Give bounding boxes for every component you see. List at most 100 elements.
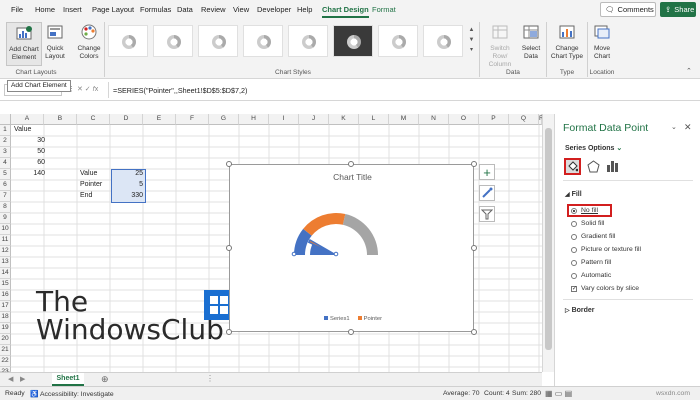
tab-insert[interactable]: Insert <box>63 5 82 14</box>
sheet-nav-next-icon[interactable]: ▶ <box>20 375 25 383</box>
row-header-16[interactable]: 16 <box>0 290 11 301</box>
chart-elements-button[interactable]: + <box>479 164 495 180</box>
resize-handle-se[interactable] <box>471 329 477 335</box>
series-options-tab[interactable] <box>606 160 619 175</box>
row-header-4[interactable]: 4 <box>0 158 11 169</box>
scrollbar-thumb[interactable] <box>545 128 552 350</box>
accessibility-status[interactable]: ♿ Accessibility: Investigate <box>30 390 114 398</box>
row-header-9[interactable]: 9 <box>0 213 11 224</box>
quick-layout-button[interactable]: Quick Layout <box>43 24 67 61</box>
row-header-17[interactable]: 17 <box>0 301 11 312</box>
cell-d7[interactable]: 330 <box>112 192 143 199</box>
row-header-3[interactable]: 3 <box>0 147 11 158</box>
row-header-15[interactable]: 15 <box>0 279 11 290</box>
tab-help[interactable]: Help <box>297 5 312 14</box>
select-data-button[interactable]: Select Data <box>520 24 542 61</box>
chart-style-2[interactable] <box>153 25 193 57</box>
resize-handle-e[interactable] <box>471 245 477 251</box>
tab-home[interactable]: Home <box>35 5 55 14</box>
chart-styles-button[interactable] <box>479 185 495 201</box>
column-header-d[interactable]: D <box>110 114 143 125</box>
tab-review[interactable]: Review <box>201 5 226 14</box>
column-header-m[interactable]: M <box>389 114 419 125</box>
resize-handle-sw[interactable] <box>226 329 232 335</box>
cell-a2[interactable]: 30 <box>14 137 45 144</box>
point-selection-handle[interactable] <box>291 251 297 257</box>
row-header-8[interactable]: 8 <box>0 202 11 213</box>
row-header-14[interactable]: 14 <box>0 268 11 279</box>
tab-file[interactable]: File <box>11 5 23 14</box>
cell-a1[interactable]: Value <box>14 126 31 133</box>
row-header-5[interactable]: 5 <box>0 169 11 180</box>
option-pattern-fill[interactable]: Pattern fill <box>571 259 611 266</box>
column-header-l[interactable]: L <box>359 114 389 125</box>
column-header-f[interactable]: F <box>176 114 209 125</box>
checkbox-vary-colors[interactable]: ✓ <box>571 285 577 292</box>
tab-formulas[interactable]: Formulas <box>140 5 171 14</box>
row-header-10[interactable]: 10 <box>0 224 11 235</box>
legend-entry-series1[interactable]: Series1 <box>324 316 350 322</box>
gauge-plot[interactable] <box>290 197 415 259</box>
row-header-7[interactable]: 7 <box>0 191 11 202</box>
column-header-q[interactable]: Q <box>509 114 539 125</box>
sheet-tab-sheet1[interactable]: Sheet1 <box>52 373 84 386</box>
column-header-n[interactable]: N <box>419 114 449 125</box>
chart-style-1[interactable] <box>108 25 148 57</box>
row-header-6[interactable]: 6 <box>0 180 11 191</box>
sheet-nav-prev-icon[interactable]: ◀ <box>8 375 13 383</box>
select-all-corner[interactable] <box>0 114 11 125</box>
chart-title[interactable]: Chart Title <box>230 172 475 182</box>
chart-style-7[interactable] <box>378 25 418 57</box>
series-options-dropdown[interactable]: Series Options ⌄ <box>565 144 622 152</box>
close-icon[interactable]: ✕ <box>684 122 692 133</box>
row-header-12[interactable]: 12 <box>0 246 11 257</box>
option-automatic[interactable]: Automatic <box>571 272 611 279</box>
chart-filters-button[interactable] <box>479 206 495 222</box>
gauge-dial-slice-2[interactable] <box>303 213 346 236</box>
column-header-g[interactable]: G <box>209 114 239 125</box>
resize-handle-nw[interactable] <box>226 161 232 167</box>
border-section-header[interactable]: ▷ Border <box>565 307 595 314</box>
effects-tab[interactable] <box>587 160 600 175</box>
row-header-11[interactable]: 11 <box>0 235 11 246</box>
fill-section-header[interactable]: ◢ Fill <box>565 191 582 198</box>
view-buttons[interactable]: ▦ ▭ ▤ <box>545 389 572 398</box>
row-header-21[interactable]: 21 <box>0 345 11 356</box>
radio-gradient-fill[interactable] <box>571 233 577 240</box>
column-header-a[interactable]: A <box>11 114 44 125</box>
add-chart-element-button[interactable]: Add Chart Element <box>6 22 42 66</box>
option-picture-fill[interactable]: Picture or texture fill <box>571 246 641 253</box>
chart-style-5[interactable] <box>288 25 328 57</box>
column-header-p[interactable]: P <box>479 114 509 125</box>
resize-handle-n[interactable] <box>348 161 354 167</box>
pane-menu-icon[interactable]: ⌄ <box>671 123 677 131</box>
option-no-fill[interactable]: No fill <box>571 207 598 214</box>
point-selection-handle[interactable] <box>333 251 339 257</box>
chart-style-8[interactable] <box>423 25 463 57</box>
cell-c6[interactable]: Pointer <box>80 181 102 188</box>
tab-page-layout[interactable]: Page Layout <box>92 5 134 14</box>
share-button[interactable]: ⇪ Share <box>660 2 696 17</box>
row-header-20[interactable]: 20 <box>0 334 11 345</box>
cell-c7[interactable]: End <box>80 192 92 199</box>
legend-entry-pointer[interactable]: Pointer <box>357 316 382 322</box>
row-header-19[interactable]: 19 <box>0 323 11 334</box>
styles-scroll[interactable]: ▲ ▼ ▾ <box>467 25 476 57</box>
column-header-h[interactable]: H <box>239 114 269 125</box>
resize-handle-ne[interactable] <box>471 161 477 167</box>
row-header-2[interactable]: 2 <box>0 136 11 147</box>
cell-a5[interactable]: 140 <box>14 170 45 177</box>
column-header-b[interactable]: B <box>44 114 77 125</box>
tab-data[interactable]: Data <box>177 5 193 14</box>
column-header-j[interactable]: J <box>299 114 329 125</box>
cell-c5[interactable]: Value <box>80 170 97 177</box>
add-sheet-icon[interactable]: ⊕ <box>101 374 109 385</box>
move-chart-button[interactable]: Move Chart <box>589 24 615 61</box>
tab-chart-design[interactable]: Chart Design <box>322 5 369 18</box>
column-header-c[interactable]: C <box>77 114 110 125</box>
cell-a4[interactable]: 60 <box>14 159 45 166</box>
comments-button[interactable]: 🗨 Comments <box>600 2 656 17</box>
resize-handle-s[interactable] <box>348 329 354 335</box>
option-vary-colors[interactable]: ✓ Vary colors by slice <box>571 285 639 292</box>
row-header-1[interactable]: 1 <box>0 125 11 136</box>
